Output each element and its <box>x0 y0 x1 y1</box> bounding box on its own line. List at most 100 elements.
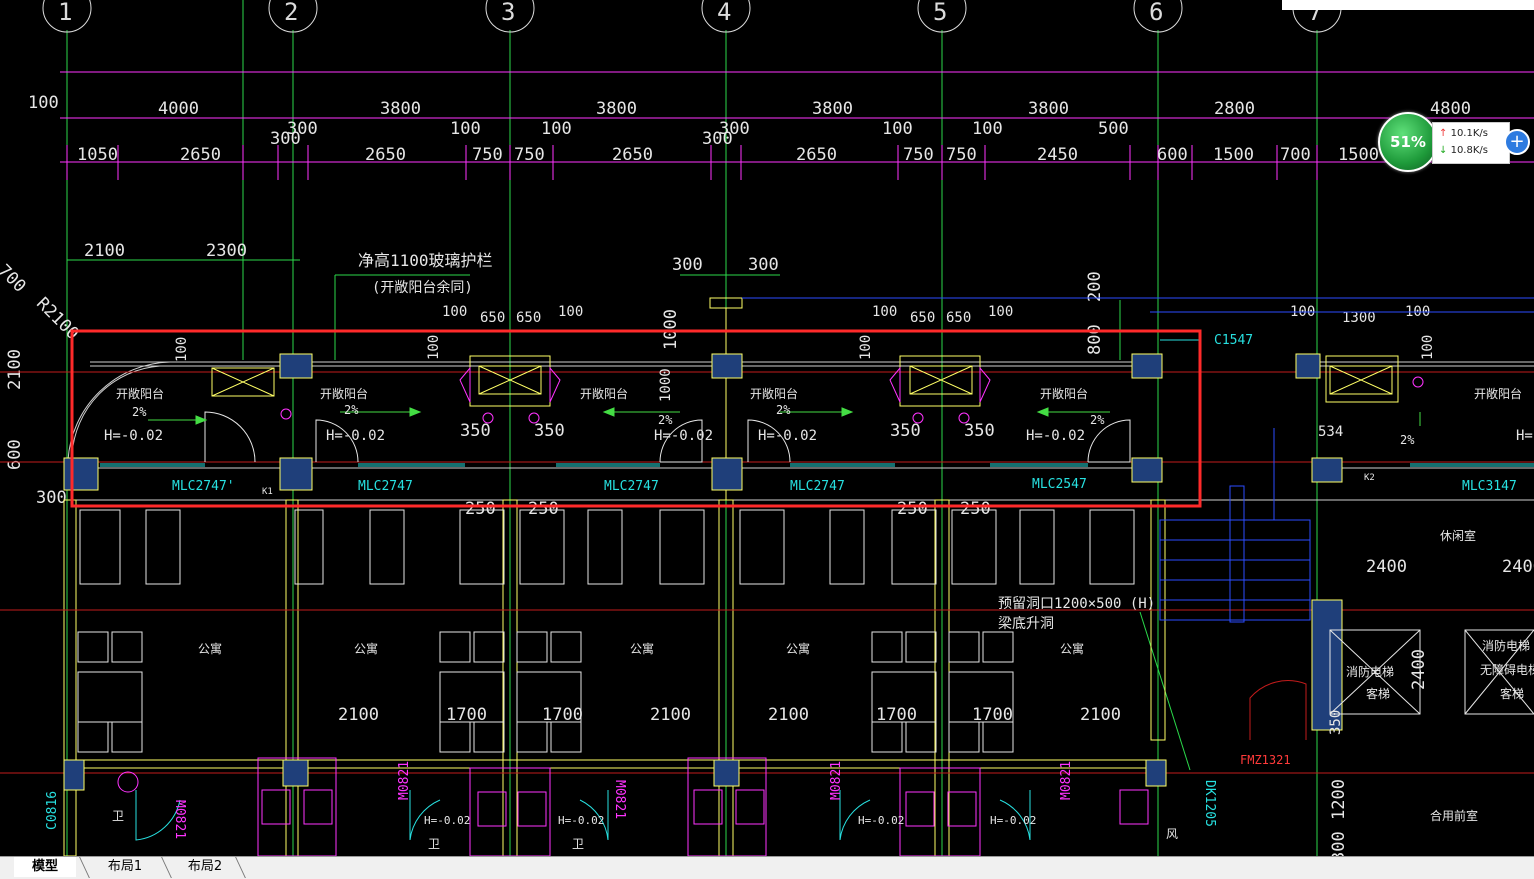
dim-text: 100 <box>1420 335 1436 360</box>
dim-text: 650 <box>480 310 505 326</box>
network-speed-widget[interactable]: 51% ↑ 10.1K/s ↓ 10.8K/s + <box>1378 112 1530 172</box>
download-speed: ↓ 10.8K/s <box>1439 143 1488 159</box>
bath-label: 卫 <box>572 837 584 851</box>
dim-text: 3800 <box>812 99 853 119</box>
dim-text: 750 <box>472 145 503 165</box>
apartment-label: 公寓 <box>630 641 654 656</box>
dim-text: 3800 <box>596 99 637 119</box>
elevation-label: H=-0.02 <box>1026 428 1085 444</box>
download-speed-value: 10.8K/s <box>1450 145 1488 156</box>
beam-bottom-label: 梁底升洞 <box>998 616 1054 632</box>
dim-text: 2400 <box>1409 649 1429 690</box>
balcony-label: 开敞阳台 <box>116 386 164 401</box>
lobby-label: 合用前室 <box>1430 808 1478 823</box>
bath-label: 卫 <box>428 837 440 851</box>
dim-text: 3800 <box>380 99 421 119</box>
lounge-label: 休闲室 <box>1440 528 1476 543</box>
balcony-top-dims: 100 650 650 100 100 650 650 100 100 1300… <box>442 304 1430 326</box>
dim-text: 1050 <box>77 145 118 165</box>
axis-label-1: 1 <box>58 0 72 26</box>
fire-door <box>1249 680 1307 740</box>
dim-text: 1700 <box>876 705 917 725</box>
dim-text: 2650 <box>180 145 221 165</box>
elevation-label: H=-0.02 <box>424 814 470 827</box>
dim-text: 2100 <box>5 349 25 390</box>
elevation-label: H=-0.02 <box>858 814 904 827</box>
elevation-label: H=-0.02 <box>1516 428 1534 444</box>
dim-text: 350 <box>890 421 921 441</box>
accessible-elevator-label: 无障碍电梯 <box>1480 662 1534 677</box>
m0821-label: M0821 <box>612 780 627 819</box>
dim-text: 100 <box>858 335 874 360</box>
elevation-label: H=-0.02 <box>654 428 713 444</box>
dim-text: 600 <box>1157 145 1188 165</box>
dim-row-1: 100 4000 3800 3800 3800 3800 2800 4800 <box>28 93 1471 119</box>
dim-text: 1000 <box>658 368 674 402</box>
k1-label: K1 <box>262 487 273 497</box>
down-arrow-icon: ↓ <box>1439 145 1448 156</box>
dim-text: 300 <box>36 488 67 508</box>
tab-layout-1[interactable]: 布局1 <box>92 857 158 877</box>
wind-label: 风 <box>1166 827 1178 841</box>
dim-text: 700 <box>0 261 30 297</box>
k2-label: K2 <box>1364 473 1375 483</box>
slope-label: 2% <box>344 403 359 417</box>
balcony-label: 开敞阳台 <box>1040 386 1088 401</box>
dim-text: 2450 <box>1037 145 1078 165</box>
plus-icon[interactable]: + <box>1504 129 1530 155</box>
dim-text: 2100 <box>768 705 809 725</box>
dim-text: 300 <box>748 255 779 275</box>
slope-label: 2% <box>1400 433 1415 447</box>
m0821-label: M0821 <box>172 800 187 839</box>
window-label: MLC3147 <box>1462 479 1517 494</box>
elevation-label: H=-0.02 <box>990 814 1036 827</box>
railing-label: 净高1100玻璃护栏 <box>358 251 493 270</box>
slope-label: 2% <box>658 413 673 427</box>
dim-text: 2800 <box>1214 99 1255 119</box>
cad-drawing-canvas[interactable]: 1 2 3 4 5 6 7 100 4000 3800 3800 3800 38… <box>0 0 1534 856</box>
tab-separator <box>79 857 90 878</box>
upload-speed-value: 10.1K/s <box>1450 128 1488 139</box>
toolbar-icons-strip[interactable] <box>1282 0 1534 10</box>
dim-text: 2650 <box>612 145 653 165</box>
cpu-usage-ball[interactable]: 51% <box>1378 112 1438 172</box>
ac-brackets <box>280 366 1424 424</box>
m0821-label: M0821 <box>397 761 412 800</box>
dim-text: 1200 <box>1329 779 1349 820</box>
dim-text: 2100 <box>338 705 379 725</box>
fire-elevator-label-2: 消防电梯 <box>1482 638 1530 653</box>
building-outline <box>63 297 1166 856</box>
passenger-elevator-label-2: 客梯 <box>1500 686 1524 701</box>
dim-text: 100 <box>442 304 467 320</box>
fire-elevator-label: 消防电梯 <box>1346 664 1394 679</box>
dim-text: 1700 <box>972 705 1013 725</box>
slope-label: 2% <box>776 403 791 417</box>
layout-tab-bar: 模型 布局1 布局2 <box>0 856 1534 879</box>
dim-text: 2400 <box>1502 557 1534 577</box>
window-label: MLC2747 <box>604 479 659 494</box>
dim-text: 350 <box>534 421 565 441</box>
elevation-label: H=-0.02 <box>326 428 385 444</box>
m0821-label: M0821 <box>829 761 844 800</box>
dim-text: 1500 <box>1213 145 1254 165</box>
dim-text: 700 <box>1280 145 1311 165</box>
dim-text: 650 <box>946 310 971 326</box>
railing-sublabel: (开敞阳台余同) <box>372 279 473 296</box>
dim-text: 100 <box>450 119 481 139</box>
slope-label: 2% <box>1090 413 1105 427</box>
tab-layout-2[interactable]: 布局2 <box>172 857 238 877</box>
axis-label-2: 2 <box>284 0 298 26</box>
dim-text: 2100 <box>1080 705 1121 725</box>
dim-text: 750 <box>946 145 977 165</box>
axis-label-6: 6 <box>1149 0 1163 26</box>
dk-label: DK1205 <box>1202 780 1217 827</box>
dim-text: 250 <box>528 499 559 519</box>
dim-text: 300 <box>1329 831 1349 856</box>
elevation-label: H=-0.02 <box>758 428 817 444</box>
fmz-label: FMZ1321 <box>1240 753 1291 767</box>
dim-text: 534 <box>1318 424 1343 440</box>
dim-text: 750 <box>514 145 545 165</box>
tab-model[interactable]: 模型 <box>14 857 76 877</box>
dim-text: 350 <box>964 421 995 441</box>
dim-text: 650 <box>516 310 541 326</box>
